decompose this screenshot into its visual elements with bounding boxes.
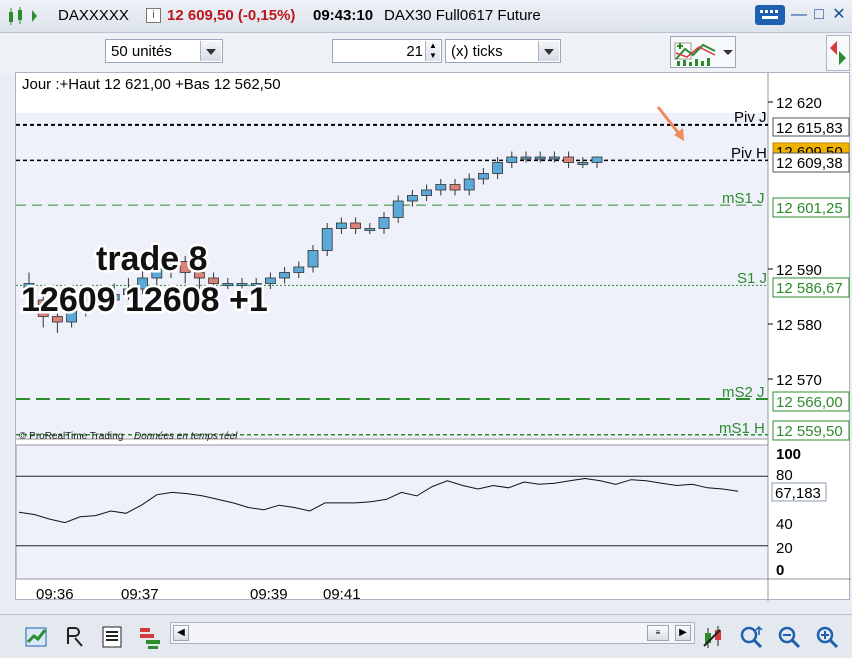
info-icon[interactable]: i	[146, 8, 161, 23]
candle	[378, 217, 390, 229]
indicator-value-box: 67,183	[775, 485, 821, 502]
scroll-right-icon[interactable]: ▶	[675, 625, 691, 641]
candle	[406, 195, 418, 202]
drawing-tools-icon[interactable]	[62, 624, 88, 650]
keyboard-icon[interactable]	[755, 5, 785, 25]
toolbar: 50 unités 21 ▲ ▼ (x) ticks	[0, 33, 852, 75]
candle	[492, 162, 504, 174]
zoom-fit-icon[interactable]	[738, 624, 764, 650]
title-bar: DAXXXXX i 12 609,50 (-0,15%) 09:43:10 DA…	[0, 0, 852, 33]
price-box-ms2-j: 12 566,00	[776, 394, 843, 411]
level-label-s1-j: S1 J	[737, 270, 767, 287]
candlestick-icon	[9, 7, 37, 25]
candle	[279, 272, 291, 279]
candle	[520, 156, 532, 160]
candle	[463, 178, 475, 191]
candle	[563, 156, 574, 163]
watermark-note: Données en temps réel	[134, 431, 238, 442]
candle	[549, 156, 560, 160]
candle	[335, 222, 347, 229]
level-label-ms2-j: mS2 J	[722, 384, 765, 401]
minimize-icon[interactable]: —	[790, 6, 808, 24]
ticks-unit-value: (x) ticks	[451, 43, 503, 60]
trade-overlay-title: trade 8	[96, 240, 208, 278]
candle	[392, 200, 404, 218]
chevron-down-icon[interactable]	[538, 41, 559, 61]
chevron-down-icon[interactable]	[200, 41, 221, 61]
price-tick: 12 620	[776, 95, 822, 112]
level-label-ms1-j: mS1 J	[722, 190, 765, 207]
chart-icon[interactable]	[24, 624, 50, 650]
candle-trade-icon[interactable]	[700, 624, 726, 650]
price-box-ms1-h: 12 559,50	[776, 423, 843, 440]
candle	[477, 173, 489, 180]
stepper-arrows-icon[interactable]: ▲ ▼	[425, 41, 440, 61]
price-tick: 12 590	[776, 262, 822, 279]
list-icon[interactable]	[100, 624, 126, 650]
level-label-ms1-h: mS1 H	[719, 420, 765, 437]
order-book-icon[interactable]	[138, 624, 164, 650]
candle	[364, 228, 376, 231]
time-tick: 09:37	[121, 586, 159, 601]
watermark-brand: © ProRealTime Trading	[19, 431, 123, 442]
candle	[534, 156, 546, 160]
units-select[interactable]: 50 unités	[105, 39, 223, 63]
time-tick: 09:36	[36, 586, 74, 601]
close-icon[interactable]: ✕	[830, 6, 848, 24]
scroll-thumb[interactable]: ≡	[647, 625, 669, 641]
maximize-icon[interactable]: □	[810, 6, 828, 24]
indicator-tick: 20	[776, 540, 793, 557]
candle	[506, 156, 518, 163]
price-box-piv-h: 12 609,38	[776, 155, 843, 172]
candle	[421, 189, 433, 196]
units-select-value: 50 unités	[111, 43, 172, 60]
indicator-tick: 40	[776, 516, 793, 533]
chart-panel[interactable]: Jour :+Haut 12 621,00 +Bas 12 562,50 © P…	[15, 72, 851, 611]
indicator-tick: 0	[776, 562, 784, 579]
clock-label: 09:43:10	[313, 7, 374, 24]
candle	[350, 222, 362, 229]
add-indicator-icon	[674, 42, 733, 66]
candle	[577, 162, 589, 165]
price-tick: 12 580	[776, 317, 822, 334]
price-box-s1-j: 12 586,67	[776, 280, 843, 297]
sync-arrows-icon[interactable]	[826, 35, 850, 71]
candle	[307, 250, 319, 268]
horizontal-scrollbar[interactable]: ◀ ≡ ▶	[170, 622, 695, 644]
candle	[435, 184, 447, 191]
time-tick: 09:39	[250, 586, 288, 601]
ticks-unit-select[interactable]: (x) ticks	[445, 39, 561, 63]
indicator-picker-button[interactable]	[670, 36, 736, 68]
price-box-piv-j: 12 615,83	[776, 120, 843, 137]
ticks-value: 21	[406, 43, 423, 60]
candle	[449, 184, 461, 191]
scroll-left-icon[interactable]: ◀	[173, 625, 189, 641]
price-change-label: 12 609,50 (-0,15%)	[167, 7, 296, 24]
level-label-piv-h: Piv H	[731, 145, 767, 162]
chart-header: Jour :+Haut 12 621,00 +Bas 12 562,50	[22, 76, 281, 93]
price-box-ms1-j: 12 601,25	[776, 200, 843, 217]
candle	[321, 228, 333, 251]
candle	[591, 156, 603, 163]
trade-overlay-values: 12609 12608 +1	[21, 281, 268, 319]
time-tick: 09:41	[323, 586, 361, 601]
indicator-tick: 80	[776, 467, 793, 484]
zoom-in-icon[interactable]	[814, 624, 840, 650]
candle	[293, 266, 305, 273]
price-tick: 12 570	[776, 372, 822, 389]
price-chart[interactable]: Jour :+Haut 12 621,00 +Bas 12 562,50 © P…	[15, 73, 851, 611]
level-label-piv-j: Piv J	[734, 109, 767, 126]
ticks-stepper[interactable]: 21 ▲ ▼	[332, 39, 442, 63]
indicator-tick: 100	[776, 446, 801, 463]
instrument-label: DAX30 Full0617 Future	[384, 7, 541, 24]
ticker-label[interactable]: DAXXXXX	[58, 7, 129, 24]
zoom-out-icon[interactable]	[776, 624, 802, 650]
